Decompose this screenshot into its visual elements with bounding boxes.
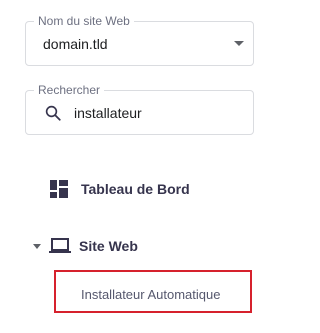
search-field-label: Rechercher (34, 82, 105, 98)
laptop-icon (49, 238, 71, 253)
search-icon (45, 105, 61, 121)
website-select-label: Nom du site Web (34, 13, 134, 29)
chevron-down-icon[interactable] (234, 41, 244, 46)
sidebar-item-dashboard-label: Tableau de Bord (81, 181, 190, 197)
search-field[interactable]: Rechercher installateur (25, 82, 254, 135)
sidebar-subitem-auto-installer-label: Installateur Automatique (81, 287, 221, 302)
sidebar-item-dashboard[interactable]: Tableau de Bord (50, 178, 190, 200)
caret-down-icon[interactable] (33, 243, 41, 249)
website-select[interactable]: Nom du site Web domain.tld (25, 13, 254, 66)
sidebar-subitem-auto-installer[interactable]: Installateur Automatique (54, 270, 252, 313)
sidebar-item-website[interactable]: Site Web (33, 235, 138, 257)
website-select-value: domain.tld (43, 36, 108, 52)
dashboard-icon (50, 180, 68, 198)
search-input[interactable]: installateur (74, 105, 142, 121)
sidebar-item-website-label: Site Web (79, 238, 138, 254)
